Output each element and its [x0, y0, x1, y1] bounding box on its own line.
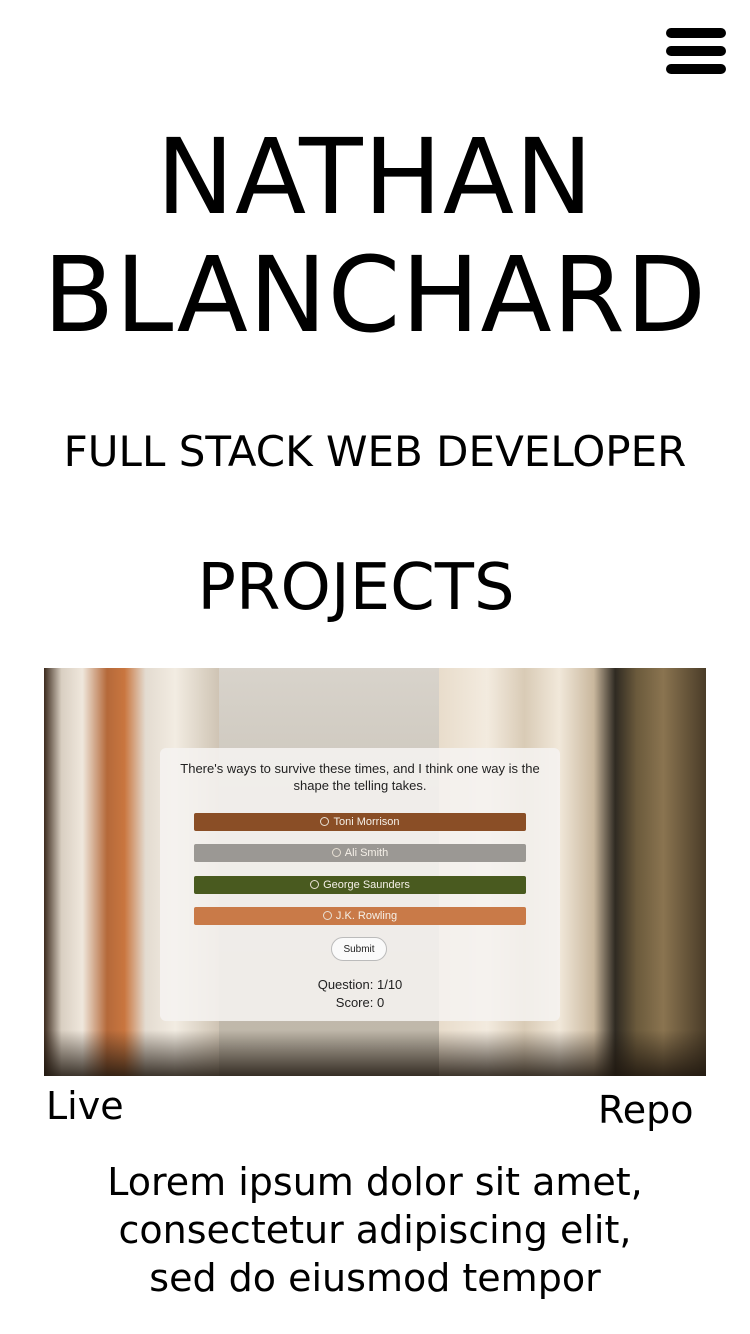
- hamburger-menu-icon[interactable]: [666, 28, 728, 74]
- quiz-option: George Saunders: [194, 876, 526, 894]
- quiz-option-label: George Saunders: [323, 879, 410, 891]
- repo-link[interactable]: Repo: [598, 1086, 693, 1134]
- projects-heading: PROJECTS: [197, 551, 515, 625]
- radio-icon: [331, 848, 341, 857]
- quiz-option-label: Toni Morrison: [333, 816, 400, 828]
- menu-bar: [666, 28, 726, 38]
- portfolio-page: NATHAN BLANCHARD FULL STACK WEB DEVELOPE…: [0, 0, 750, 1334]
- page-title: NATHAN BLANCHARD: [0, 118, 750, 354]
- project-screenshot: There's ways to survive these times, and…: [44, 668, 706, 1076]
- quiz-option-label: J.K. Rowling: [335, 910, 398, 922]
- books-background-shadow: [44, 1030, 706, 1076]
- quiz-status: Question: 1/10 Score: 0: [160, 976, 560, 1012]
- question-counter: Question: 1/10: [317, 977, 403, 992]
- quiz-option-label: Ali Smith: [344, 847, 389, 859]
- menu-bar: [666, 46, 726, 56]
- menu-bar: [666, 64, 726, 74]
- quiz-option: J.K. Rowling: [194, 907, 526, 925]
- score-text: Score: 0: [335, 995, 385, 1010]
- quiz-submit-button: Submit: [331, 937, 387, 961]
- job-title: FULL STACK WEB DEVELOPER: [63, 427, 687, 476]
- project-description: Lorem ipsum dolor sit amet, consectetur …: [107, 1160, 643, 1300]
- radio-icon: [322, 911, 332, 920]
- live-link[interactable]: Live: [46, 1082, 124, 1130]
- radio-icon: [310, 880, 320, 889]
- radio-icon: [320, 817, 330, 826]
- quiz-option: Toni Morrison: [194, 813, 526, 831]
- name-first: NATHAN: [156, 116, 594, 238]
- name-last: BLANCHARD: [43, 234, 707, 356]
- quiz-card: There's ways to survive these times, and…: [160, 748, 560, 1021]
- quiz-option: Ali Smith: [194, 844, 526, 862]
- quiz-question: There's ways to survive these times, and…: [180, 761, 540, 793]
